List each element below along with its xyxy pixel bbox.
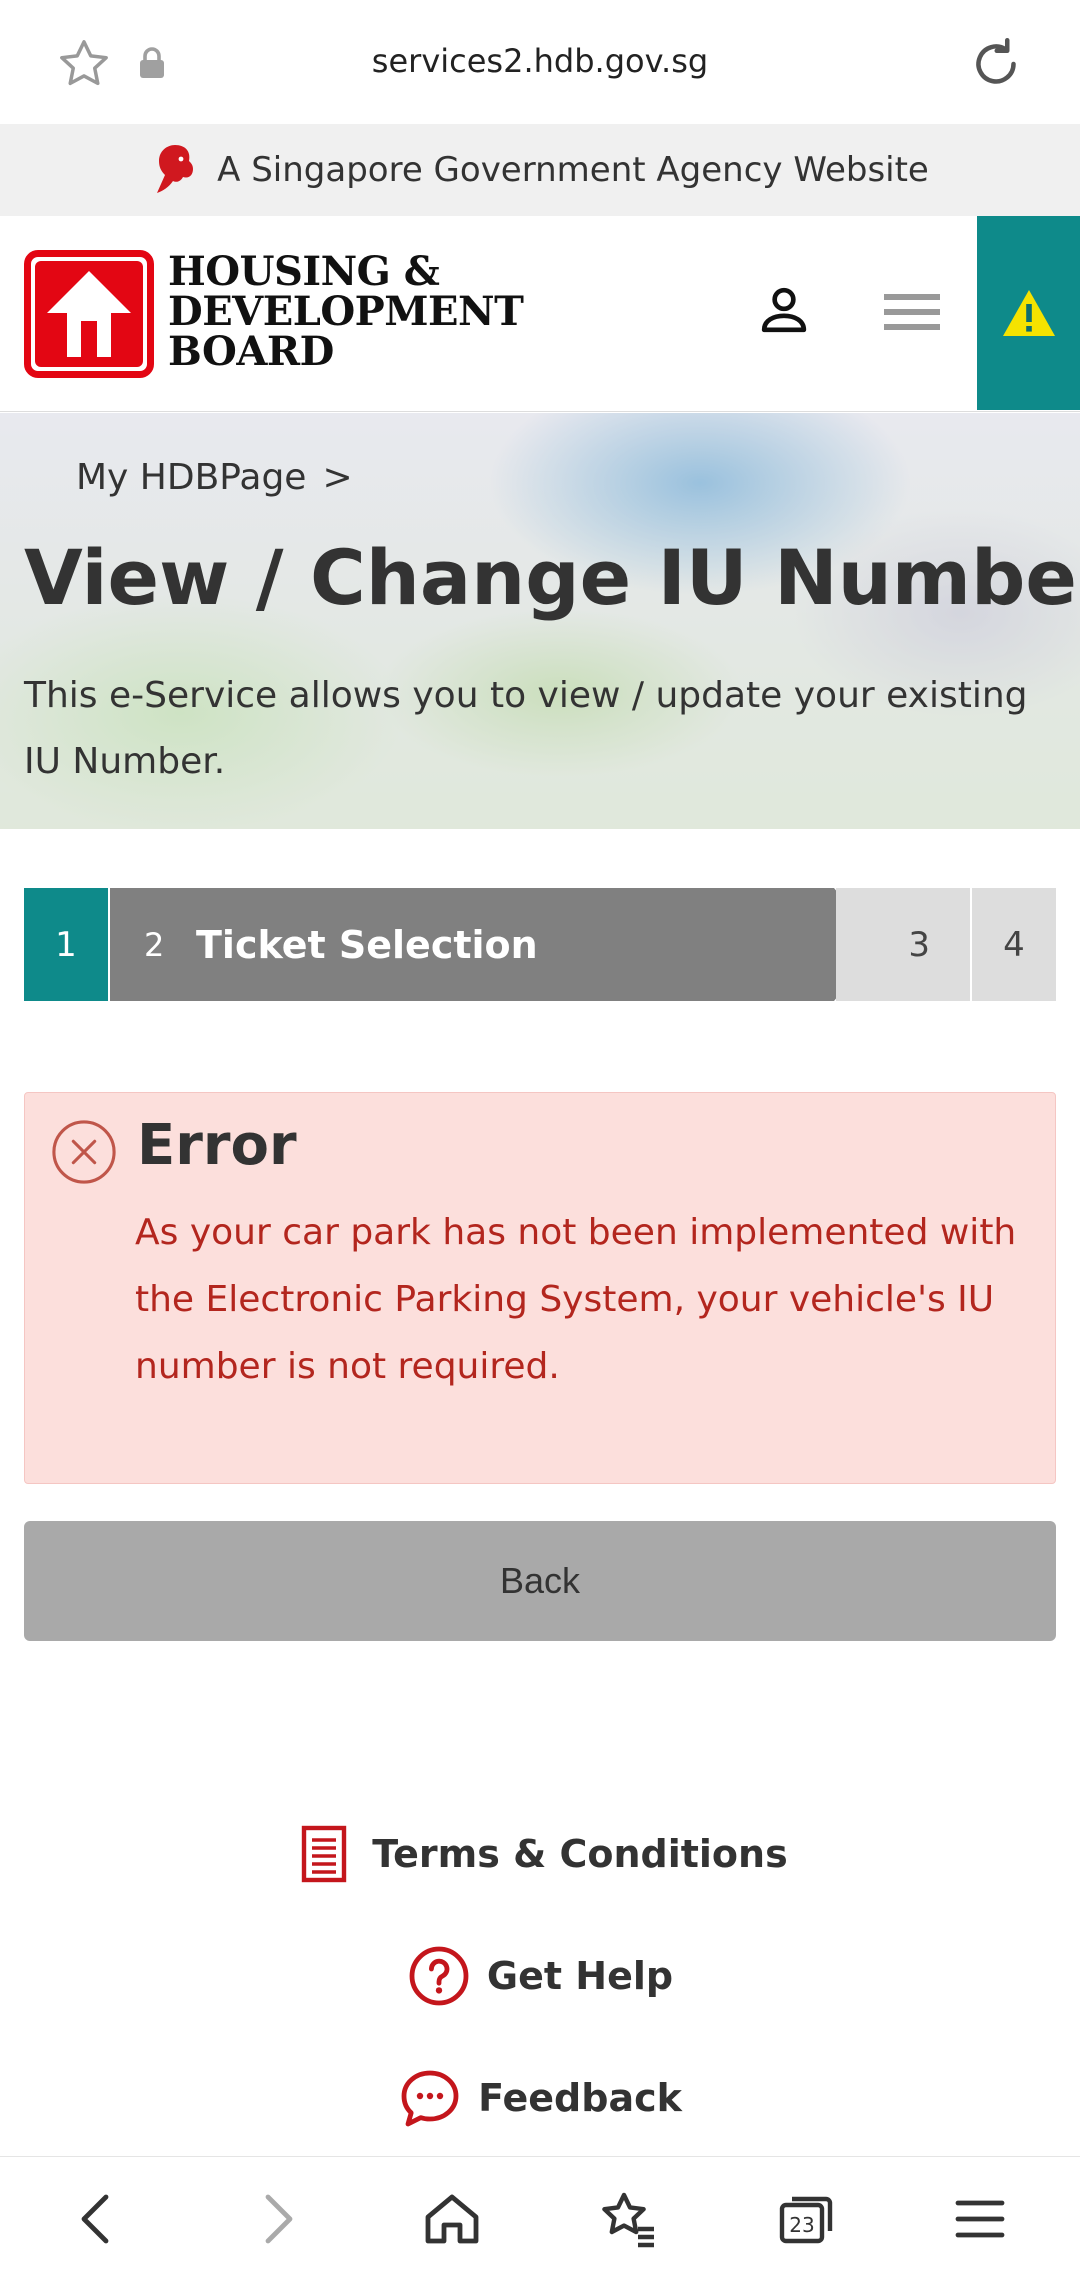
feedback-link[interactable]: Feedback bbox=[0, 2066, 1080, 2130]
error-title: Error bbox=[137, 1113, 297, 1178]
warning-icon bbox=[1002, 290, 1055, 336]
hero-banner: My HDBPage > View / Change IU Number Thi… bbox=[0, 413, 1080, 829]
logo-line: HOUSING & bbox=[168, 248, 440, 295]
terms-conditions-link[interactable]: Terms & Conditions bbox=[0, 1822, 1080, 1886]
forward-arrow-icon[interactable] bbox=[244, 2187, 308, 2251]
error-message: As your car park has not been implemente… bbox=[135, 1212, 1017, 1387]
get-help-label: Get Help bbox=[486, 1954, 674, 1998]
breadcrumb: My HDBPage > bbox=[76, 457, 353, 498]
page-title: View / Change IU Number bbox=[24, 533, 1080, 622]
gov-banner-text: A Singapore Government Agency Website bbox=[217, 150, 929, 190]
tab-count: 23 bbox=[789, 2213, 814, 2237]
document-icon bbox=[302, 1825, 347, 1883]
step-4: 4 bbox=[972, 888, 1056, 1001]
get-help-link[interactable]: Get Help bbox=[0, 1944, 1080, 2008]
step-1: 1 bbox=[24, 888, 108, 1001]
page-description: This e-Service allows you to view / upda… bbox=[24, 675, 1028, 782]
question-circle-icon bbox=[409, 1946, 469, 2006]
logo-line: BOARD bbox=[168, 328, 334, 375]
browser-toolbar: services2.hdb.gov.sg bbox=[0, 0, 1080, 124]
alert-tab[interactable] bbox=[977, 216, 1080, 410]
chat-bubble-icon bbox=[401, 2070, 459, 2127]
terms-label: Terms & Conditions bbox=[372, 1832, 788, 1876]
hamburger-menu-icon[interactable] bbox=[884, 290, 940, 334]
breadcrumb-separator: > bbox=[322, 457, 353, 498]
tabs-button[interactable]: 23 bbox=[774, 2187, 838, 2251]
step-2-label: Ticket Selection bbox=[196, 922, 538, 967]
feedback-label: Feedback bbox=[478, 2076, 682, 2120]
user-icon[interactable] bbox=[756, 282, 812, 338]
gov-agency-banner: A Singapore Government Agency Website bbox=[0, 124, 1080, 216]
bookmarks-icon[interactable] bbox=[596, 2187, 660, 2251]
breadcrumb-link-my-hdbpage[interactable]: My HDBPage bbox=[76, 457, 306, 498]
tabs-icon: 23 bbox=[779, 2196, 833, 2244]
error-alert: Error As your car park has not been impl… bbox=[24, 1092, 1056, 1484]
hdb-logo-text: HOUSING & DEVELOPMENT BOARD bbox=[168, 248, 524, 375]
step-3: 3 bbox=[836, 888, 970, 1001]
back-arrow-icon[interactable] bbox=[66, 2187, 130, 2251]
site-header: HOUSING & DEVELOPMENT BOARD bbox=[0, 216, 1080, 412]
browser-menu-icon[interactable] bbox=[948, 2187, 1012, 2251]
progress-stepper: 1 2 Ticket Selection 3 4 bbox=[24, 888, 1056, 1001]
step-2-current: 2 Ticket Selection bbox=[110, 888, 880, 1001]
error-circle-x-icon bbox=[52, 1120, 116, 1184]
reload-icon[interactable] bbox=[966, 34, 1026, 94]
url-bar[interactable]: services2.hdb.gov.sg bbox=[0, 42, 1080, 80]
step-2-number: 2 bbox=[144, 925, 165, 964]
browser-bottom-nav: 23 bbox=[0, 2156, 1080, 2281]
hdb-house-arrow-icon bbox=[35, 261, 143, 367]
hdb-logo[interactable] bbox=[24, 250, 154, 378]
back-button[interactable]: Back bbox=[24, 1521, 1056, 1641]
logo-line: DEVELOPMENT bbox=[168, 288, 524, 335]
home-icon[interactable] bbox=[420, 2187, 484, 2251]
merlion-icon bbox=[157, 145, 194, 193]
